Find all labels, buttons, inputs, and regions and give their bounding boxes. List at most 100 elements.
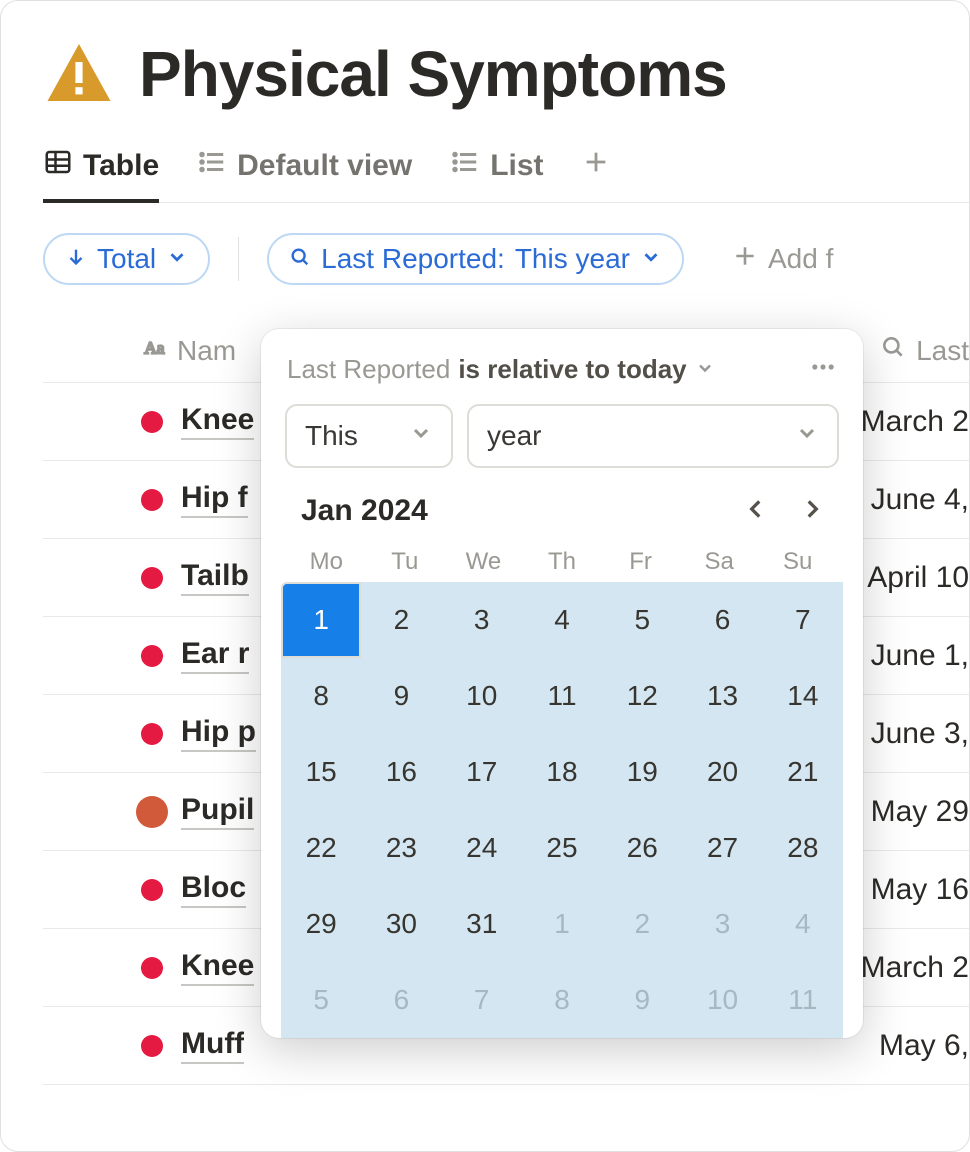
column-label: Last [916,335,969,367]
row-date: April 10 [867,561,969,595]
calendar-day[interactable]: 9 [602,962,682,1038]
text-property-icon: Aa [141,334,167,367]
weekday-label: Sa [680,548,759,576]
sort-label: Total [97,243,156,275]
tab-list[interactable]: List [450,147,543,203]
table-icon [43,147,73,185]
status-dot-icon [141,645,163,667]
calendar-day[interactable]: 8 [522,962,602,1038]
filter-prefix: Last Reported: [321,243,505,275]
row-date: May 6, [879,1029,969,1063]
calendar-day[interactable]: 7 [442,962,522,1038]
calendar-day[interactable]: 8 [281,658,361,734]
calendar-day[interactable]: 6 [361,962,441,1038]
add-filter-label: Add f [768,243,833,275]
filter-bar: Total Last Reported: This year Add f [43,233,969,285]
row-name[interactable]: Tailb [181,559,249,596]
calendar-day[interactable]: 16 [361,734,441,810]
calendar-day[interactable]: 10 [682,962,762,1038]
calendar-day[interactable]: 20 [682,734,762,810]
calendar-day[interactable]: 5 [281,962,361,1038]
relative-unit-select[interactable]: year [467,404,839,468]
calendar-day[interactable]: 11 [522,658,602,734]
calendar-day[interactable]: 31 [442,886,522,962]
relative-qualifier-select[interactable]: This [285,404,453,468]
select-value: year [487,420,541,452]
row-name[interactable]: Pupil [181,793,254,830]
calendar-day[interactable]: 2 [602,886,682,962]
row-name[interactable]: Ear r [181,637,249,674]
row-date: May 16 [871,873,969,907]
calendar-day[interactable]: 17 [442,734,522,810]
calendar-day[interactable]: 12 [602,658,682,734]
tab-label: Default view [237,149,412,183]
calendar-prev-button[interactable] [743,496,769,527]
status-dot-icon [141,879,163,901]
calendar-day[interactable]: 15 [281,734,361,810]
tab-table[interactable]: Table [43,147,159,203]
calendar-day[interactable]: 4 [763,886,843,962]
calendar-day[interactable]: 27 [682,810,762,886]
calendar-day[interactable]: 9 [361,658,441,734]
warning-icon [43,38,115,110]
calendar-day[interactable]: 23 [361,810,441,886]
status-dot-icon [141,957,163,979]
search-icon [880,334,906,367]
list-icon [197,147,227,185]
row-name[interactable]: Hip p [181,715,256,752]
calendar-next-button[interactable] [799,496,825,527]
calendar-day[interactable]: 22 [281,810,361,886]
calendar-day[interactable]: 1 [281,582,361,658]
add-filter-button[interactable]: Add f [732,243,833,276]
row-date: June 3, [871,717,969,751]
row-name[interactable]: Muff [181,1027,244,1064]
calendar-day[interactable]: 21 [763,734,843,810]
chevron-down-icon [695,354,715,385]
calendar-grid: 1234567891011121314151617181920212223242… [281,582,843,1038]
tab-label: List [490,149,543,183]
calendar-day[interactable]: 25 [522,810,602,886]
calendar-day[interactable]: 19 [602,734,682,810]
row-date: June 4, [871,483,969,517]
calendar-day[interactable]: 5 [602,582,682,658]
calendar-day[interactable]: 4 [522,582,602,658]
calendar-weekday-row: MoTuWeThFrSaSu [281,540,843,582]
status-dot-icon [141,567,163,589]
calendar-day[interactable]: 3 [442,582,522,658]
calendar-day[interactable]: 3 [682,886,762,962]
row-name[interactable]: Hip f [181,481,248,518]
tab-default-view[interactable]: Default view [197,147,412,203]
calendar-day[interactable]: 30 [361,886,441,962]
calendar-day[interactable]: 28 [763,810,843,886]
weekday-label: Fr [601,548,680,576]
row-date: May 29 [871,795,969,829]
calendar-day[interactable]: 10 [442,658,522,734]
calendar-day[interactable]: 11 [763,962,843,1038]
calendar-day[interactable]: 7 [763,582,843,658]
row-name[interactable]: Knee [181,949,254,986]
status-dot-icon [136,796,168,828]
calendar-day[interactable]: 26 [602,810,682,886]
view-tabs: Table Default view List [43,147,969,203]
sort-pill[interactable]: Total [43,233,210,285]
calendar-day[interactable]: 29 [281,886,361,962]
calendar-day[interactable]: 24 [442,810,522,886]
popover-title[interactable]: Last Reported is relative to today [287,354,715,385]
row-name[interactable]: Knee [181,403,254,440]
tab-label: Table [83,149,159,183]
arrow-down-icon [65,243,87,275]
calendar-day[interactable]: 14 [763,658,843,734]
filter-pill[interactable]: Last Reported: This year [267,233,684,285]
weekday-label: Th [523,548,602,576]
calendar-day[interactable]: 2 [361,582,441,658]
more-options-button[interactable] [809,353,837,386]
column-label: Nam [177,335,236,367]
calendar-day[interactable]: 1 [522,886,602,962]
chevron-down-icon [409,420,433,452]
add-view-button[interactable] [582,148,610,202]
row-name[interactable]: Bloc [181,871,246,908]
column-header-last[interactable]: Last [880,334,969,367]
calendar-day[interactable]: 18 [522,734,602,810]
calendar-day[interactable]: 6 [682,582,762,658]
calendar-day[interactable]: 13 [682,658,762,734]
